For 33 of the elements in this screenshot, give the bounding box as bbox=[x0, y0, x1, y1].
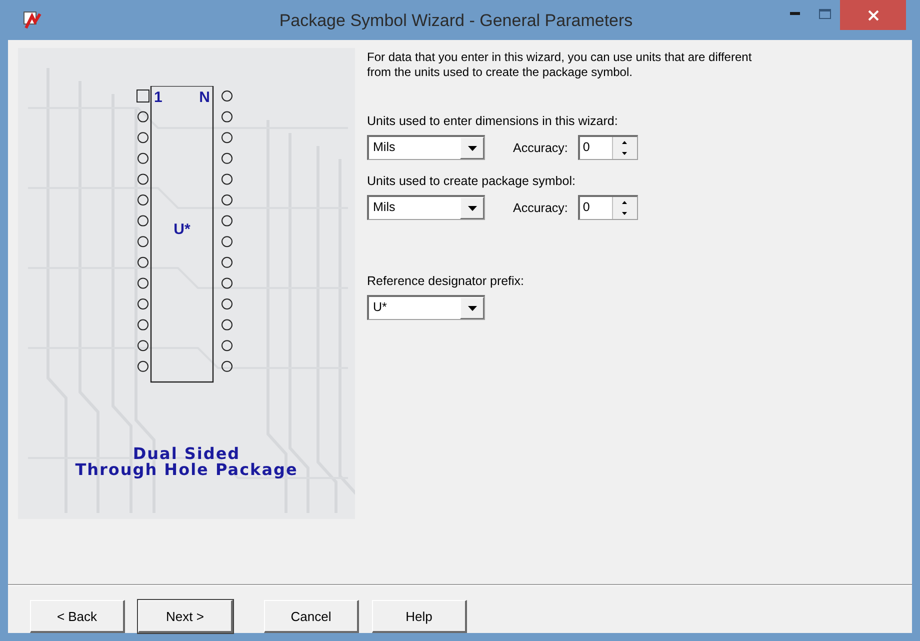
accuracy-spinner[interactable]: 0 bbox=[578, 135, 638, 160]
caret-icon bbox=[468, 306, 476, 310]
close-icon bbox=[868, 10, 878, 20]
up-arrow-icon bbox=[622, 141, 628, 144]
prefix-label: Reference designator prefix: bbox=[367, 274, 526, 288]
pin-label: N bbox=[198, 89, 210, 106]
prefix-dropdown[interactable]: U* bbox=[367, 295, 485, 320]
window-title: Package Symbol Wizard - General Parameters bbox=[278, 11, 634, 31]
intro-text: For data that you enter in this wizard, you can use units that are different from the units used to create the package symbol. bbox=[367, 50, 753, 80]
close-button[interactable] bbox=[840, 0, 906, 30]
accuracy-spinner[interactable]: 0 bbox=[578, 195, 638, 220]
units-label: Units used to create package symbol: bbox=[367, 174, 576, 188]
package-caption: Dual Sided bbox=[132, 446, 240, 462]
maximize-icon bbox=[819, 9, 831, 19]
down-arrow-icon bbox=[622, 212, 628, 215]
pin-label: 1 bbox=[154, 89, 162, 106]
accuracy-label: Accuracy: bbox=[513, 200, 568, 214]
caret-icon bbox=[468, 206, 476, 210]
units-dropdown[interactable]: Mils bbox=[367, 135, 485, 160]
app-icon bbox=[22, 10, 42, 30]
caret-icon bbox=[468, 146, 476, 150]
designator-label: U* bbox=[173, 221, 190, 238]
wizard-button[interactable]: Cancel bbox=[264, 600, 359, 633]
accuracy-label: Accuracy: bbox=[513, 140, 568, 154]
package-caption: Through Hole Package bbox=[75, 462, 298, 478]
units-dropdown[interactable]: Mils bbox=[367, 195, 485, 220]
wizard-button[interactable]: < Back bbox=[30, 600, 125, 633]
down-arrow-icon bbox=[622, 152, 628, 155]
units-label: Units used to enter dimensions in this wizard: bbox=[367, 114, 619, 128]
up-arrow-icon bbox=[622, 201, 628, 204]
wizard-button[interactable]: Help bbox=[372, 600, 467, 633]
wizard-button[interactable]: Next > bbox=[138, 600, 233, 633]
minimize-icon bbox=[790, 12, 800, 16]
